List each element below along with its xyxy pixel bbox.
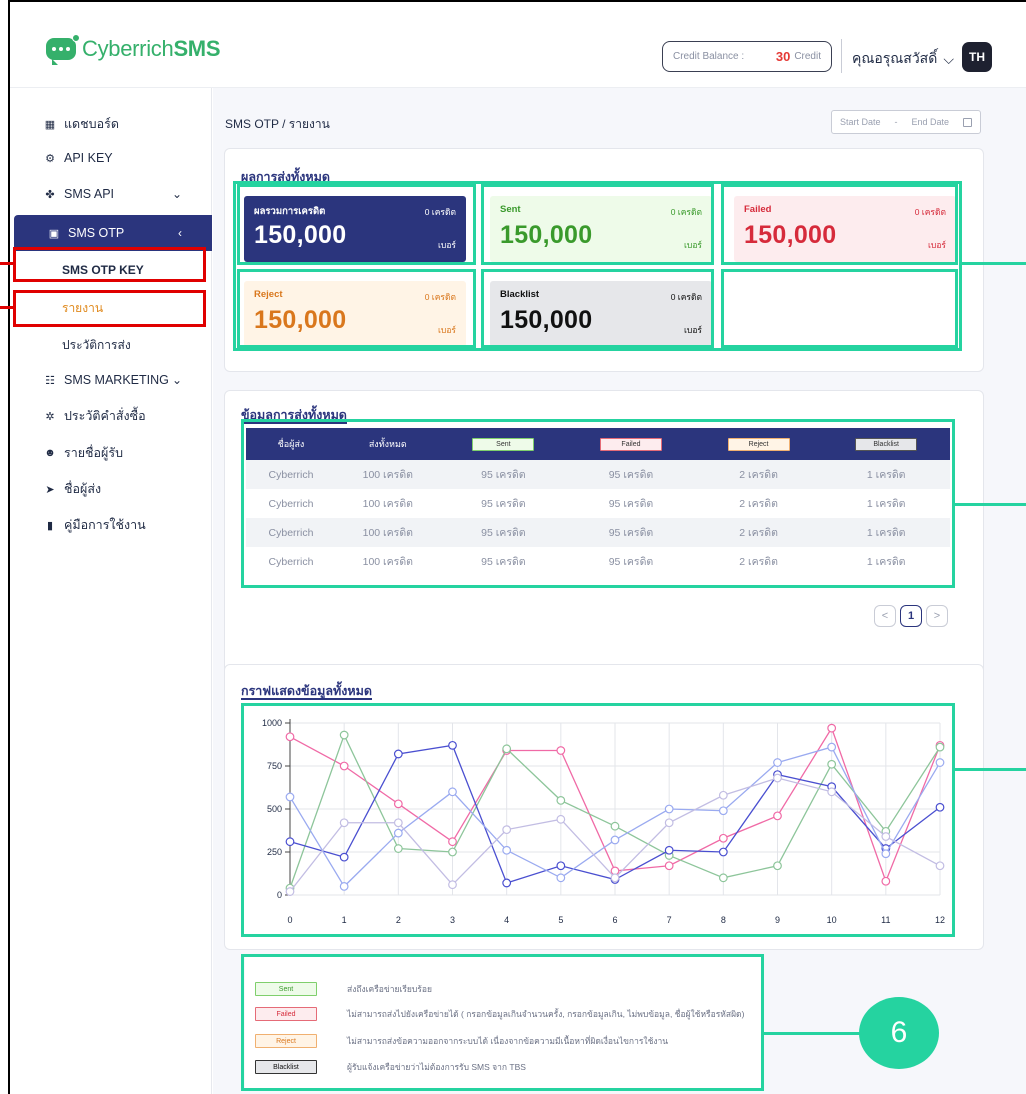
pagination: < 1 >	[874, 605, 948, 627]
chevron-left-icon: ‹	[178, 226, 182, 240]
sms-api-icon: ✤	[45, 188, 55, 201]
avatar[interactable]: TH	[962, 42, 992, 72]
sender-icon: ➤	[45, 483, 55, 496]
page-current-button[interactable]: 1	[900, 605, 922, 627]
sidebar-item-label: SMS API	[64, 187, 115, 201]
page-next-button[interactable]: >	[926, 605, 948, 627]
page-prev-button[interactable]: <	[874, 605, 896, 627]
sidebar-item-label: แดชบอร์ด	[64, 117, 119, 131]
annotation-line	[954, 503, 1026, 506]
sms-otp-icon: ▣	[48, 227, 60, 240]
chevron-down-icon: ⌄	[171, 187, 182, 201]
credit-label: Credit Balance :	[673, 51, 745, 62]
sidebar-item-label: ชื่อผู้ส่ง	[64, 482, 102, 496]
sidebar-item-label: SMS MARKETING	[64, 373, 169, 387]
sidebar-item-dashboard[interactable]: ▦ แดชบอร์ด	[10, 106, 212, 142]
logo-text: CyberrichSMS	[82, 36, 221, 61]
credit-value: 30	[775, 49, 791, 64]
annotation-box-table	[241, 419, 955, 588]
sidebar-item-label: ประวัติคำสั่งซื้อ	[64, 409, 146, 423]
sidebar-item-label: คู่มือการใช้งาน	[64, 518, 146, 532]
annotation-line	[0, 262, 14, 265]
sidebar-item-sms-marketing[interactable]: ☷ SMS MARKETING ⌄	[10, 362, 212, 398]
sidebar-item-api-key[interactable]: ⚙ API KEY	[10, 140, 212, 176]
annotation-line	[960, 262, 1026, 265]
user-menu[interactable]: คุณอรุณสวัสดิ์ ⌵	[852, 48, 954, 70]
sidebar-item-label: SMS OTP	[68, 226, 125, 240]
annotation-box-legend	[241, 954, 764, 1091]
credit-balance: Credit Balance : 30 Credit	[662, 41, 832, 72]
annotation-box-otp-key	[13, 247, 206, 282]
start-date-field[interactable]: Start Date	[840, 117, 881, 127]
sidebar-item-recipients[interactable]: ☻ รายชื่อผู้รับ	[10, 435, 212, 471]
order-history-icon: ✲	[45, 410, 55, 423]
credit-unit: Credit	[794, 51, 821, 62]
sidebar: ▦ แดชบอร์ด ⚙ API KEY ✤ SMS API ⌄ ▣ SMS O…	[10, 88, 212, 1094]
chart-title: กราฟแสดงข้อมูลทั้งหมด	[241, 684, 372, 700]
sidebar-item-order-history[interactable]: ✲ ประวัติคำสั่งซื้อ	[10, 398, 212, 434]
chevron-down-icon: ⌄	[171, 373, 182, 387]
dashboard-icon: ▦	[44, 118, 56, 131]
manual-icon: ▮	[46, 519, 54, 532]
annotation-box-report	[13, 290, 206, 327]
annotation-line	[954, 768, 1026, 771]
breadcrumb: SMS OTP / รายงาน	[225, 117, 330, 131]
end-date-field[interactable]: End Date	[911, 117, 949, 127]
header-divider	[841, 39, 842, 73]
sidebar-item-manual[interactable]: ▮ คู่มือการใช้งาน	[10, 507, 212, 543]
top-header: CyberrichSMS Credit Balance : 30 Credit …	[10, 2, 1026, 88]
step-badge: 6	[859, 997, 939, 1069]
annotation-box-summary	[233, 181, 962, 351]
chevron-down-icon: ⌵	[943, 50, 954, 67]
sidebar-item-label: รายชื่อผู้รับ	[64, 446, 124, 460]
sidebar-item-label: API KEY	[64, 151, 113, 165]
sidebar-subitem-history[interactable]: ประวัติการส่ง	[62, 336, 131, 355]
sidebar-item-sender[interactable]: ➤ ชื่อผู้ส่ง	[10, 471, 212, 507]
calendar-icon[interactable]	[962, 117, 972, 127]
annotation-line	[763, 1032, 863, 1035]
api-key-icon: ⚙	[45, 152, 55, 165]
annotation-line	[0, 306, 14, 309]
sidebar-item-sms-api[interactable]: ✤ SMS API ⌄	[10, 176, 212, 212]
sidebar-item-sms-otp[interactable]: ▣ SMS OTP ‹	[14, 215, 212, 251]
date-range-picker[interactable]: Start Date - End Date	[831, 110, 981, 134]
date-separator: -	[894, 117, 898, 127]
app-logo[interactable]: CyberrichSMS	[46, 34, 221, 65]
recipients-icon: ☻	[44, 447, 56, 459]
chat-bubble-icon	[46, 34, 80, 65]
annotation-box-chart	[241, 703, 955, 937]
sms-marketing-icon: ☷	[45, 374, 55, 387]
user-name: คุณอรุณสวัสดิ์	[852, 50, 938, 66]
